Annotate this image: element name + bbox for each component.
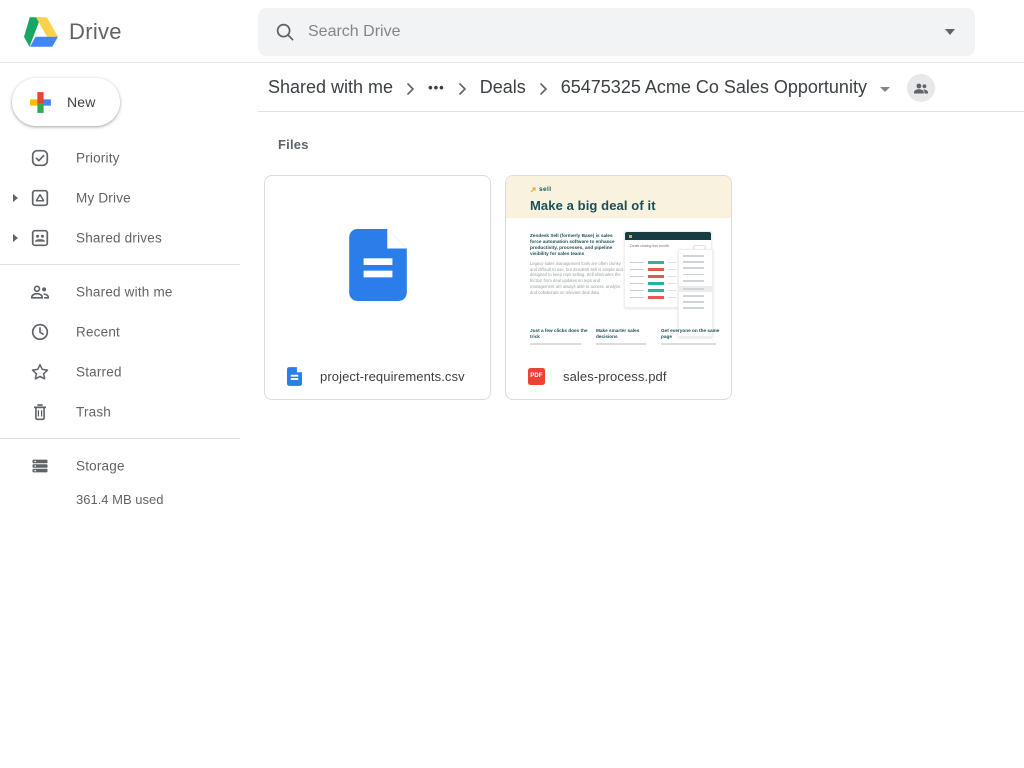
file-card-footer: project-requirements.csv bbox=[265, 353, 490, 399]
pdf-thumbnail: sell Make a big deal of it Zendesk Sell … bbox=[506, 176, 731, 353]
sidebar-item-label: Priority bbox=[76, 151, 120, 166]
sell-arrow-icon bbox=[530, 187, 536, 193]
sidebar-item-label: Storage bbox=[76, 459, 125, 474]
pdf-column-subtext-line bbox=[661, 343, 716, 345]
pdf-preview-area: sell Make a big deal of it Zendesk Sell … bbox=[506, 176, 731, 353]
sidebar-divider bbox=[0, 438, 240, 439]
plus-icon bbox=[28, 90, 53, 115]
pdf-feature-columns: Just a few clicks does the trick Make sm… bbox=[530, 328, 731, 345]
expand-arrow-icon[interactable] bbox=[13, 194, 18, 202]
pdf-column-subtext-line bbox=[530, 343, 581, 345]
sidebar-item-recent[interactable]: Recent bbox=[0, 312, 256, 352]
main-content: Shared with me ••• Deals 65475325 Acme C… bbox=[256, 64, 1024, 768]
chevron-right-icon bbox=[539, 82, 548, 96]
star-icon bbox=[30, 362, 50, 382]
pdf-file-mini-icon: PDF bbox=[528, 368, 545, 385]
shared-folder-badge[interactable] bbox=[907, 74, 935, 102]
new-button[interactable]: New bbox=[12, 78, 120, 126]
app-screenshot-dropdown bbox=[678, 249, 713, 337]
file-grid: project-requirements.csv sell Make a big… bbox=[264, 175, 1024, 400]
search-input[interactable] bbox=[308, 8, 945, 56]
sidebar-item-trash[interactable]: Trash bbox=[0, 392, 256, 432]
sidebar-item-starred[interactable]: Starred bbox=[0, 352, 256, 392]
clock-icon bbox=[30, 322, 50, 342]
files-section-label: Files bbox=[278, 137, 1024, 152]
sell-logo: sell bbox=[530, 186, 731, 193]
pdf-headline: Make a big deal of it bbox=[530, 198, 731, 213]
csv-file-mini-icon bbox=[287, 367, 302, 386]
sidebar-item-label: Recent bbox=[76, 325, 120, 340]
expand-arrow-icon[interactable] bbox=[13, 234, 18, 242]
breadcrumb-collapsed-ellipsis[interactable]: ••• bbox=[428, 80, 445, 95]
sell-logo-text: sell bbox=[539, 186, 551, 193]
pdf-intro-light: Legacy sales management tools are often … bbox=[530, 261, 625, 295]
priority-icon bbox=[30, 148, 50, 168]
storage-icon bbox=[30, 456, 50, 476]
search-options-caret-icon[interactable] bbox=[945, 29, 955, 35]
pdf-column-heading: Get everyone on the same page bbox=[661, 328, 723, 340]
sidebar-item-priority[interactable]: Priority bbox=[0, 138, 256, 178]
storage-usage-text: 361.4 MB used bbox=[76, 492, 256, 507]
sidebar-item-label: Trash bbox=[76, 405, 111, 420]
app-screenshot-title: Deals closing this month bbox=[630, 244, 672, 248]
shared-with-me-icon bbox=[30, 282, 50, 302]
pdf-thumb-header: sell Make a big deal of it bbox=[506, 176, 731, 218]
pdf-column-subtext-line bbox=[596, 343, 646, 345]
file-card-pdf[interactable]: sell Make a big deal of it Zendesk Sell … bbox=[505, 175, 732, 400]
sidebar-divider bbox=[0, 264, 240, 265]
breadcrumb-item-shared-with-me[interactable]: Shared with me bbox=[268, 77, 393, 98]
pdf-thumb-body: Zendesk Sell (formerly Base) is sales fo… bbox=[506, 218, 731, 353]
sidebar-item-label: Shared with me bbox=[76, 285, 173, 300]
my-drive-icon bbox=[30, 188, 50, 208]
csv-file-icon bbox=[349, 229, 407, 301]
breadcrumb-item-current-folder[interactable]: 65475325 Acme Co Sales Opportunity bbox=[561, 77, 867, 98]
drive-logo[interactable]: Drive bbox=[24, 0, 122, 63]
sidebar: New Priority My Drive bbox=[0, 64, 256, 768]
pdf-column-heading: Make smarter sales decisions bbox=[596, 328, 653, 340]
breadcrumb: Shared with me ••• Deals 65475325 Acme C… bbox=[258, 64, 1024, 112]
pdf-column-heading: Just a few clicks does the trick bbox=[530, 328, 588, 340]
sidebar-item-label: Shared drives bbox=[76, 231, 162, 246]
search-bar[interactable] bbox=[258, 8, 975, 56]
new-button-label: New bbox=[67, 94, 96, 110]
sidebar-item-label: Starred bbox=[76, 365, 122, 380]
sidebar-item-shared-drives[interactable]: Shared drives bbox=[0, 218, 256, 258]
app-title: Drive bbox=[69, 19, 122, 45]
sidebar-item-label: My Drive bbox=[76, 191, 131, 206]
sidebar-nav: Priority My Drive Shared drives bbox=[0, 138, 256, 507]
sidebar-item-shared-with-me[interactable]: Shared with me bbox=[0, 272, 256, 312]
app-screenshot-topbar bbox=[625, 232, 711, 240]
file-name: project-requirements.csv bbox=[320, 369, 465, 384]
shared-drives-icon bbox=[30, 228, 50, 248]
file-name: sales-process.pdf bbox=[563, 369, 667, 384]
search-icon[interactable] bbox=[275, 22, 295, 42]
csv-preview-area bbox=[265, 176, 490, 353]
top-app-bar: Drive bbox=[0, 0, 1024, 63]
trash-icon bbox=[30, 402, 50, 422]
chevron-right-icon bbox=[458, 82, 467, 96]
file-card-footer: PDF sales-process.pdf bbox=[506, 353, 731, 399]
people-icon bbox=[913, 80, 929, 96]
breadcrumb-item-deals[interactable]: Deals bbox=[480, 77, 526, 98]
app-logo-icon bbox=[629, 235, 632, 238]
chevron-right-icon bbox=[406, 82, 415, 96]
sidebar-item-storage[interactable]: Storage bbox=[0, 446, 256, 486]
drive-triangle-icon bbox=[24, 17, 58, 47]
sidebar-item-my-drive[interactable]: My Drive bbox=[0, 178, 256, 218]
file-card-csv[interactable]: project-requirements.csv bbox=[264, 175, 491, 400]
pdf-intro-bold: Zendesk Sell (formerly Base) is sales fo… bbox=[530, 233, 625, 257]
folder-menu-caret-icon[interactable] bbox=[880, 87, 890, 92]
